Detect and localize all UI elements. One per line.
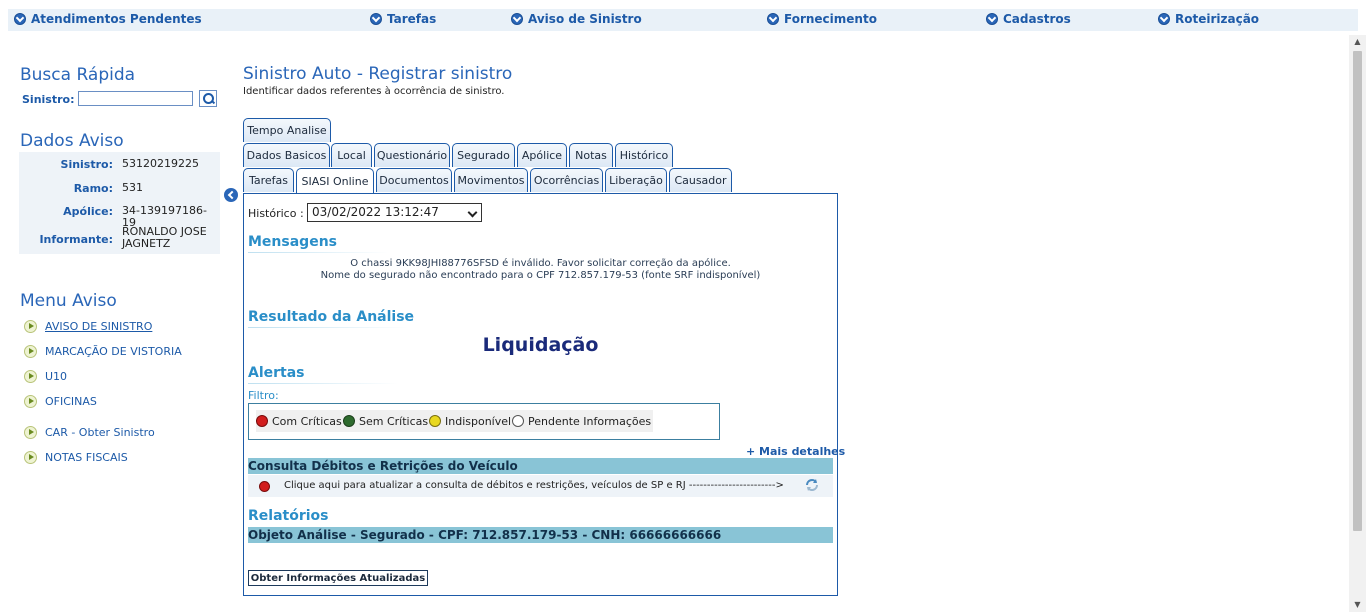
consulta-debitos-heading: Consulta Débitos e Retrições do Veículo [248, 458, 833, 474]
play-arrow-icon [24, 370, 37, 383]
play-arrow-icon [24, 345, 37, 358]
nav-roteirizacao[interactable]: Roteirização [1158, 12, 1259, 26]
tab-dados-basicos[interactable]: Dados Basicos [243, 143, 330, 167]
play-arrow-icon [24, 426, 37, 439]
tab-tarefas[interactable]: Tarefas [243, 168, 294, 192]
mensagens-heading: Mensagens [248, 234, 337, 250]
historico-select[interactable]: 03/02/2022 13:12:47 [307, 203, 482, 222]
play-arrow-icon [24, 451, 37, 464]
white-dot-icon [512, 415, 524, 427]
sinistro-search-input[interactable] [78, 91, 193, 106]
page-title: Sinistro Auto - Registrar sinistro [243, 64, 513, 84]
top-navigation: Atendimentos Pendentes Tarefas Aviso de … [8, 9, 1358, 31]
chevron-down-icon [986, 13, 998, 25]
filtro-sem-criticas[interactable]: Sem Críticas [343, 410, 431, 432]
red-dot-icon [259, 481, 270, 492]
dados-aviso-panel: Sinistro: 53120219225 Ramo: 531 Apólice: 34… [19, 152, 220, 254]
menu-item-u10[interactable]: U10 [24, 370, 67, 383]
vertical-scrollbar[interactable]: ▲ ▼ [1349, 35, 1366, 612]
nav-cadastros[interactable]: Cadastros [986, 12, 1071, 26]
tab-documentos[interactable]: Documentos [376, 168, 452, 192]
sinistro-search-label: Sinistro: [22, 93, 75, 106]
tab-local[interactable]: Local [331, 143, 372, 167]
tab-apolice[interactable]: Apólice [517, 143, 567, 167]
nav-fornecimento[interactable]: Fornecimento [767, 12, 877, 26]
search-button[interactable] [199, 90, 217, 107]
chevron-down-icon [767, 13, 779, 25]
mais-detalhes-link[interactable]: + Mais detalhes [746, 445, 845, 458]
historico-label: Histórico : [248, 207, 304, 220]
chevron-down-icon [370, 13, 382, 25]
tab-questionario[interactable]: Questionário [374, 143, 450, 167]
chevron-down-icon [467, 207, 478, 218]
menu-item-car-obter-sinistro[interactable]: CAR - Obter Sinistro [24, 426, 155, 439]
relatorios-heading: Relatórios [248, 508, 329, 524]
play-arrow-icon [24, 395, 37, 408]
obter-informacoes-button[interactable]: Obter Informações Atualizadas [248, 570, 428, 586]
tab-causador[interactable]: Causador [669, 168, 732, 192]
objeto-analise-bar: Objeto Análise - Segurado - CPF: 712.857… [248, 527, 833, 543]
filtro-indisponivel[interactable]: Indisponível [429, 410, 514, 432]
mensagem-chassi: O chassi 9KK98JHI88776SFSD é inválido. F… [350, 258, 731, 269]
nav-tarefas[interactable]: Tarefas [370, 12, 436, 26]
tab-notas[interactable]: Notas [569, 143, 613, 167]
filtro-pendente-informacoes[interactable]: Pendente Informações [512, 410, 654, 432]
collapse-sidebar-icon[interactable] [224, 188, 238, 202]
filtro-label: Filtro: [248, 389, 279, 402]
green-dot-icon [343, 415, 355, 427]
nav-atendimentos-pendentes[interactable]: Atendimentos Pendentes [14, 12, 202, 26]
alertas-heading: Alertas [248, 365, 305, 381]
chevron-down-icon [511, 13, 523, 25]
dados-aviso-title: Dados Aviso [20, 131, 124, 151]
tab-siasi-online[interactable]: SIASI Online [296, 168, 374, 193]
play-arrow-icon [24, 320, 37, 333]
consulta-debitos-row: Clique aqui para atualizar a consulta de… [248, 475, 833, 497]
menu-item-aviso-de-sinistro[interactable]: AVISO DE SINISTRO [24, 320, 152, 333]
tab-liberacao[interactable]: Liberação [605, 168, 667, 192]
tab-historico[interactable]: Histórico [615, 143, 673, 167]
resultado-value: Liquidação [482, 334, 599, 356]
chevron-down-icon [1158, 13, 1170, 25]
filtro-com-criticas[interactable]: Com Críticas [256, 410, 344, 432]
resultado-heading: Resultado da Análise [248, 309, 415, 325]
menu-item-oficinas[interactable]: OFICINAS [24, 395, 97, 408]
scrollbar-thumb[interactable] [1353, 51, 1362, 531]
consulta-debitos-link[interactable]: Clique aqui para atualizar a consulta de… [284, 480, 784, 491]
tab-segurado[interactable]: Segurado [452, 143, 515, 167]
red-dot-icon [256, 415, 268, 427]
page-subtitle: Identificar dados referentes à ocorrênci… [243, 86, 505, 97]
yellow-dot-icon [429, 415, 441, 427]
tab-ocorrencias[interactable]: Ocorrências [530, 168, 603, 192]
refresh-icon[interactable] [804, 477, 820, 493]
menu-item-marcacao-de-vistoria[interactable]: MARCAÇÃO DE VISTORIA [24, 345, 182, 358]
tab-tempo-analise[interactable]: Tempo Analise [243, 118, 331, 142]
busca-rapida-title: Busca Rápida [20, 65, 136, 85]
scroll-down-icon[interactable]: ▼ [1349, 598, 1366, 612]
nav-aviso-de-sinistro[interactable]: Aviso de Sinistro [511, 12, 642, 26]
menu-aviso-title: Menu Aviso [20, 291, 117, 311]
chevron-down-icon [14, 13, 26, 25]
mensagem-segurado: Nome do segurado não encontrado para o C… [320, 270, 761, 281]
scroll-up-icon[interactable]: ▲ [1349, 35, 1366, 49]
tab-movimentos[interactable]: Movimentos [454, 168, 528, 192]
menu-item-notas-fiscais[interactable]: NOTAS FISCAIS [24, 451, 128, 464]
